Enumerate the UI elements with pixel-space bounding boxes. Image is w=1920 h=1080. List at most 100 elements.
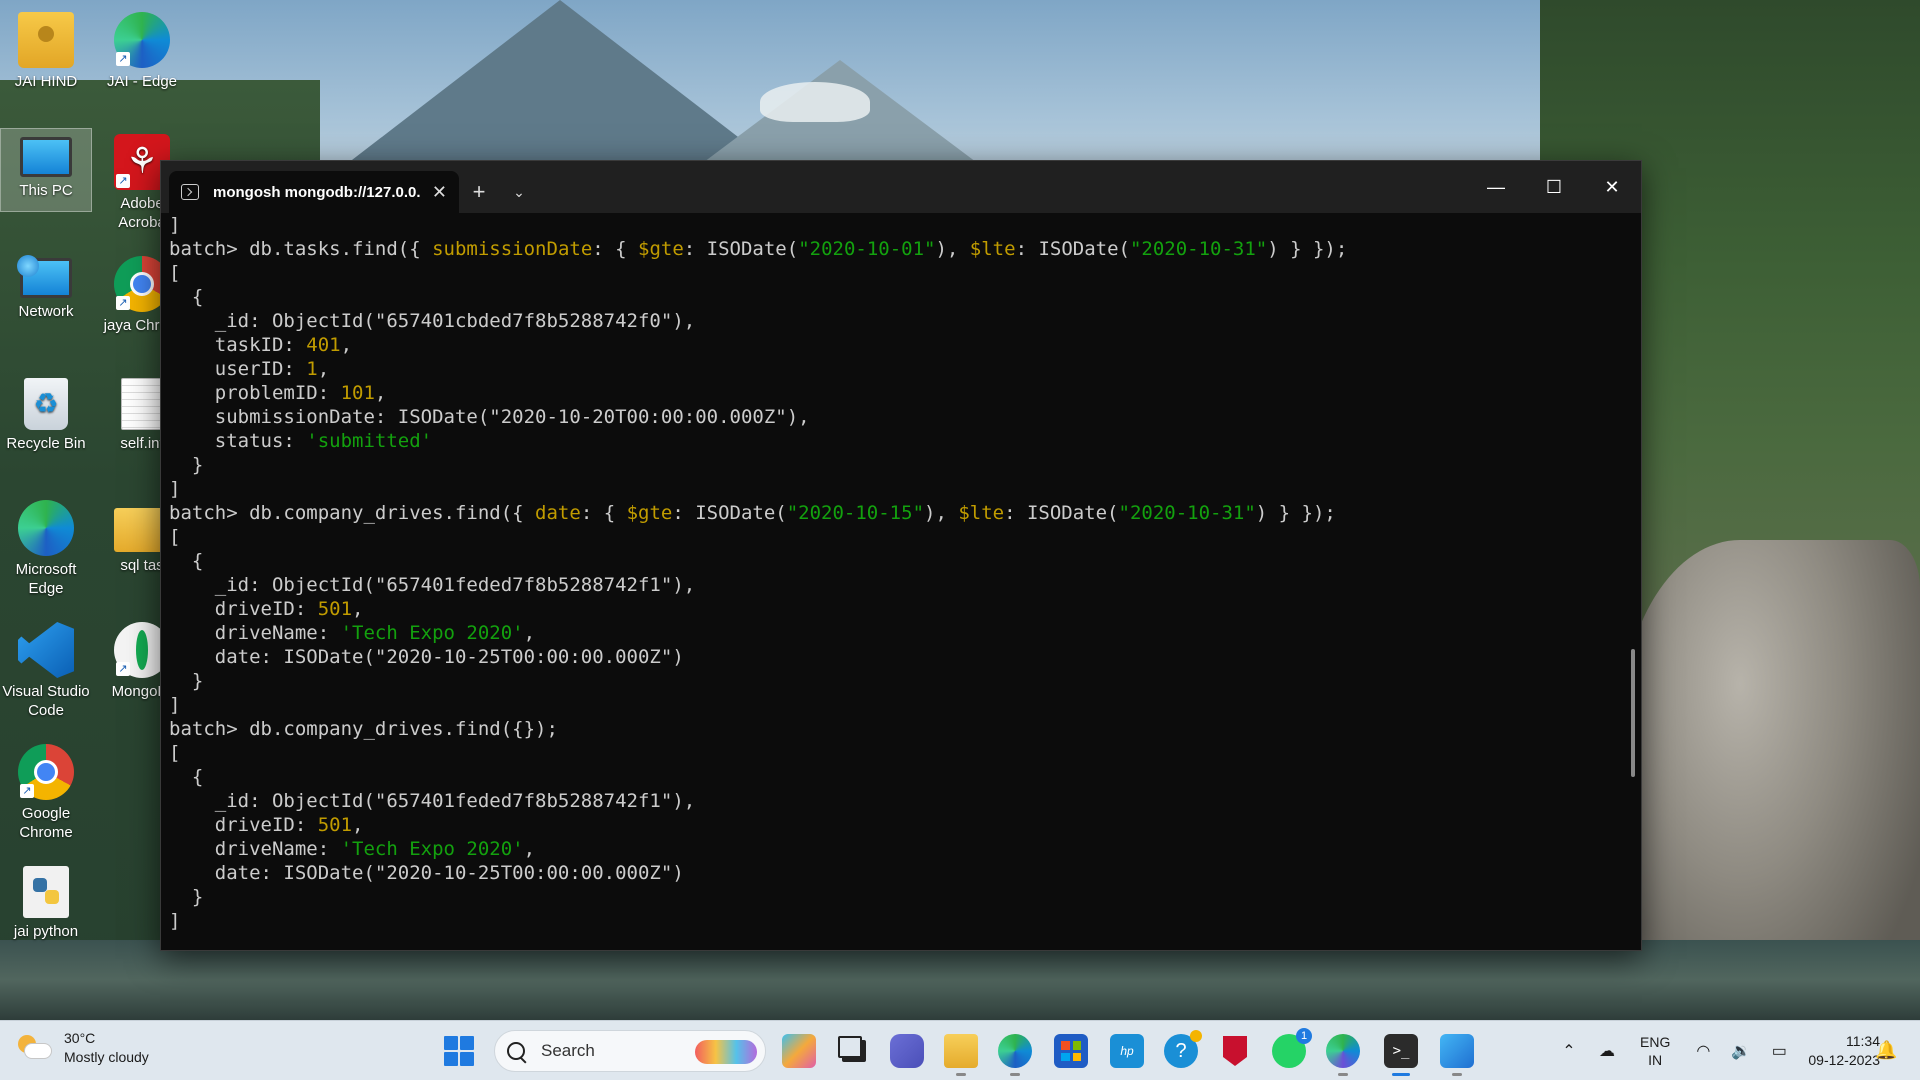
terminal-text-segment: : { [592,238,639,260]
terminal-text-segment: : ISODate( [672,502,787,524]
terminal-output[interactable]: ] batch> db.tasks.find({ submissionDate: … [161,213,1641,950]
help-icon[interactable]: ? [1164,1030,1202,1068]
close-button[interactable]: ✕ [1583,161,1641,213]
clock[interactable]: 11:34 09-12-2023 [1780,1032,1880,1070]
terminal-line: batch> db.company_drives.find({ date: { … [169,501,1633,525]
myhp-icon[interactable]: hp [1110,1034,1144,1068]
terminal-text-segment: "2020-10-01" [798,238,936,260]
terminal-text-segment: 501 [317,598,353,620]
task-view-icon[interactable] [836,1034,870,1068]
shortcut-arrow-icon: ↗ [116,174,130,188]
terminal-text-segment: [ [169,742,181,764]
shortcut-arrow-icon: ↗ [20,784,34,798]
desktop-icon-label: jai python [13,923,79,940]
teams-meet-icon[interactable] [890,1034,924,1068]
terminal-line: batch> db.company_drives.find({}); [169,717,1633,741]
desktop-icon-recycle-bin[interactable]: ♻ Recycle Bin [0,372,92,453]
taskbar: 30°C Mostly cloudy Search hp ? 1 >_ ⌃ ☁ … [0,1020,1920,1080]
terminal-text-segment: userID: [169,358,307,380]
new-tab-button[interactable]: + [459,171,499,213]
desktop-icon-jai-hind[interactable]: JAI HIND [0,6,92,91]
mcafee-icon[interactable] [1218,1034,1252,1068]
desktop-icon-jai-edge[interactable]: ↗ JAI - Edge [96,6,188,91]
terminal-text-segment: [ [169,526,181,548]
terminal-line: driveID: 501, [169,597,1633,621]
language-code: ENG [1640,1034,1671,1050]
start-button[interactable] [444,1036,474,1066]
terminal-line: } [169,885,1633,909]
terminal-text-segment: submissionDate [432,238,593,260]
terminal-text-segment: status: [169,430,307,452]
region-code: IN [1648,1052,1663,1068]
terminal-text-segment: { [169,286,204,308]
terminal-line: } [169,453,1633,477]
tab-dropdown-button[interactable]: ⌄ [499,171,539,213]
python-icon [23,866,69,918]
terminal-line: } [169,669,1633,693]
terminal-line: [ [169,261,1633,285]
terminal-text-segment: problemID: [169,382,341,404]
photos-icon[interactable] [1440,1034,1474,1076]
partly-cloudy-icon [18,1035,52,1061]
desktop-icon-label: Network [18,303,74,320]
store-icon[interactable] [1054,1034,1088,1068]
title-bar[interactable]: mongosh mongodb://127.0.0. ✕ + ⌄ — ☐ ✕ [161,161,1641,213]
terminal-text-segment: , [317,358,330,380]
terminal-text-segment: driveID: [169,598,318,620]
scrollbar-thumb[interactable] [1631,649,1635,777]
terminal-line: { [169,765,1633,789]
tab-close-button[interactable]: ✕ [432,182,447,203]
terminal-text-segment: taskID: [169,334,307,356]
maximize-button[interactable]: ☐ [1525,161,1583,213]
document-icon [121,378,163,430]
wifi-icon[interactable]: ◠ [1690,1041,1716,1061]
weather-widget[interactable]: 30°C Mostly cloudy [18,1029,149,1067]
desktop-icon-label: sql tas [120,557,164,574]
terminal-text-segment: $gte [626,502,673,524]
copilot-icon[interactable] [782,1034,816,1068]
terminal-line: { [169,285,1633,309]
volume-icon[interactable]: 🔉 [1728,1041,1754,1061]
terminal-line: driveName: 'Tech Expo 2020', [169,621,1633,645]
edge-icon[interactable] [998,1034,1032,1076]
desktop-icon-google-chrome[interactable]: ↗ Google Chrome [0,738,92,842]
terminal-text-segment: ), [935,238,970,260]
terminal-text-segment: batch> db.tasks.find({ [169,238,433,260]
terminal-line: ] [169,909,1633,933]
terminal-text-segment: date [535,502,581,524]
terminal-text-segment: , [374,382,387,404]
terminal-text-segment: } [169,886,204,908]
edge-icon: ↗ [114,12,170,68]
desktop-icon-jai-python[interactable]: jai python [0,860,92,941]
terminal-text-segment: _id: ObjectId("657401feded7f8b5288742f1"… [169,790,696,812]
tab-mongosh[interactable]: mongosh mongodb://127.0.0. ✕ [169,171,459,213]
minimize-button[interactable]: — [1467,161,1525,213]
file-explorer-icon[interactable] [944,1034,978,1076]
desktop-icon-network[interactable]: Network [0,250,92,321]
chevron-up-icon[interactable]: ⌃ [1556,1041,1582,1061]
desktop-icon-label: This PC [19,182,73,199]
desktop-icon-microsoft-edge[interactable]: Microsoft Edge [0,494,92,598]
search-box[interactable]: Search [494,1030,766,1072]
edge-dev-icon[interactable] [1326,1034,1360,1076]
terminal-line: _id: ObjectId("657401cbded7f8b5288742f0"… [169,309,1633,333]
whatsapp-icon[interactable]: 1 [1272,1028,1312,1068]
notification-bell-icon[interactable]: 🔔 [1875,1040,1897,1061]
desktop-icon-vscode[interactable]: Visual Studio Code [0,616,92,720]
terminal-text-segment: driveID: [169,814,318,836]
terminal-text-segment: ), [924,502,959,524]
desktop-icon-this-pc[interactable]: This PC [0,128,92,212]
terminal-tab-icon [181,184,199,200]
weather-description: Mostly cloudy [64,1049,149,1065]
terminal-text-segment: batch> db.company_drives.find({}); [169,718,558,740]
terminal-window[interactable]: mongosh mongodb://127.0.0. ✕ + ⌄ — ☐ ✕ ]… [160,160,1642,951]
clock-time: 11:34 [1846,1033,1880,1049]
language-indicator[interactable]: ENG IN [1640,1033,1670,1069]
terminal-text-segment: driveName: [169,838,341,860]
onedrive-sync-icon[interactable]: ☁ [1594,1041,1620,1061]
terminal-text-segment: "2020-10-31" [1129,238,1268,260]
clock-date: 09-12-2023 [1808,1052,1880,1068]
terminal-line: batch> db.tasks.find({ submissionDate: {… [169,237,1633,261]
terminal-icon[interactable]: >_ [1384,1034,1418,1076]
terminal-text-segment: } [169,454,204,476]
